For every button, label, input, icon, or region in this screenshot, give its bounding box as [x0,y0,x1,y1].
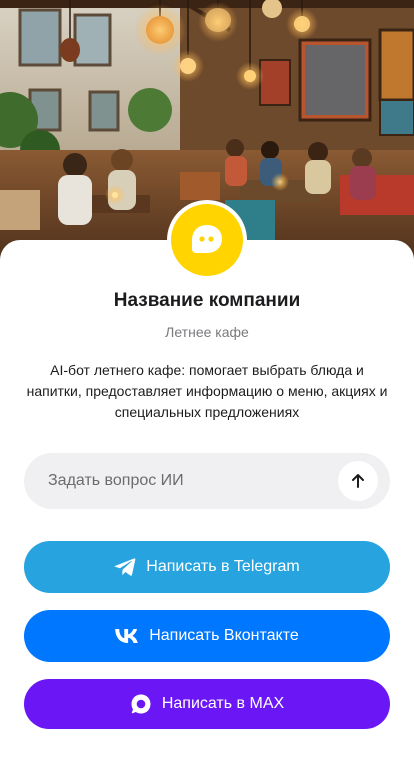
vk-icon [115,629,139,643]
vk-button-label: Написать Вконтакте [149,627,299,644]
telegram-button-label: Написать в Telegram [146,558,300,575]
max-button-label: Написать в MAX [161,695,285,712]
avatar-circle [171,204,243,276]
vk-button[interactable]: Написать Вконтакте [24,610,390,662]
ask-ai-input[interactable] [48,453,348,509]
arrow-up-icon [352,474,364,488]
chat-bubble-icon [192,225,222,253]
ask-ai-field [24,453,390,509]
max-icon [130,693,152,715]
telegram-icon [114,557,136,577]
company-description: AI-бот летнего кафе: помогает выбрать бл… [26,362,388,420]
company-subtitle: Летнее кафе [165,324,249,340]
company-avatar [167,200,247,280]
company-name: Название компании [113,290,301,311]
page: Название компании Летнее кафе AI-бот лет… [0,0,414,770]
telegram-button[interactable]: Написать в Telegram [24,541,390,593]
send-button[interactable] [338,461,378,501]
max-button[interactable]: Написать в MAX [24,679,390,729]
